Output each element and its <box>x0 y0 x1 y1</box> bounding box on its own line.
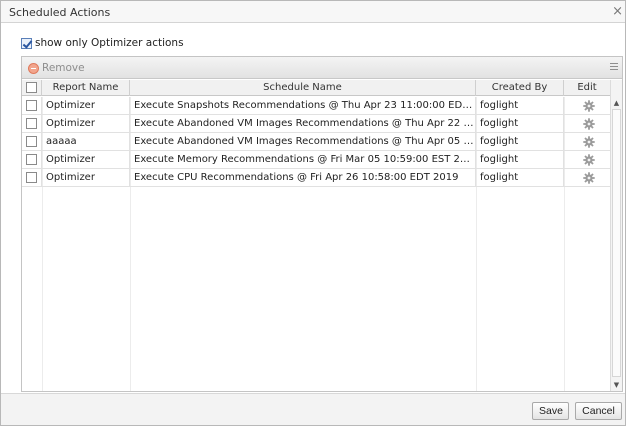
row-select-cell[interactable] <box>22 115 42 133</box>
table-row[interactable]: Optimizer Execute Snapshots Recommendati… <box>22 97 610 115</box>
row-select-cell[interactable] <box>22 169 42 187</box>
column-menu-icon[interactable] <box>610 63 618 72</box>
row-checkbox[interactable] <box>26 100 37 111</box>
optimizer-filter-label[interactable]: show only Optimizer actions <box>35 37 184 49</box>
report-name-cell: Optimizer <box>42 169 130 187</box>
row-select-cell[interactable] <box>22 151 42 169</box>
table-row[interactable]: aaaaa Execute Abandoned VM Images Recomm… <box>22 133 610 151</box>
row-checkbox[interactable] <box>26 172 37 183</box>
scheduled-actions-dialog: Scheduled Actions × show only Optimizer … <box>0 0 626 426</box>
close-icon[interactable]: × <box>612 4 623 19</box>
gear-icon[interactable] <box>583 100 595 112</box>
created-by-cell: foglight <box>476 133 564 151</box>
remove-circle-icon <box>28 62 39 74</box>
remove-button[interactable]: Remove <box>28 61 85 75</box>
remove-button-label: Remove <box>42 62 85 74</box>
column-header-created-by[interactable]: Created By <box>476 80 564 96</box>
gear-icon[interactable] <box>583 154 595 166</box>
grid-toolbar: Remove <box>22 57 622 79</box>
actions-grid-panel: Remove Report Name Schedule Name Created… <box>21 56 623 392</box>
schedule-name-cell: Execute CPU Recommendations @ Fri Apr 26… <box>130 169 476 187</box>
scroll-up-arrow-icon[interactable]: ▲ <box>611 97 622 109</box>
gear-icon[interactable] <box>583 118 595 130</box>
schedule-name-cell: Execute Snapshots Recommendations @ Thu … <box>130 97 476 115</box>
dialog-title: Scheduled Actions <box>9 6 111 19</box>
report-name-cell: aaaaa <box>42 133 130 151</box>
column-header-report-name[interactable]: Report Name <box>42 80 130 96</box>
scroll-down-arrow-icon[interactable]: ▼ <box>611 379 622 391</box>
report-name-cell: Optimizer <box>42 97 130 115</box>
created-by-cell: foglight <box>476 97 564 115</box>
gear-icon[interactable] <box>583 136 595 148</box>
row-checkbox[interactable] <box>26 154 37 165</box>
grid-header: Report Name Schedule Name Created By Edi… <box>22 80 610 96</box>
edit-cell <box>564 97 610 115</box>
row-checkbox[interactable] <box>26 136 37 147</box>
vertical-scrollbar[interactable]: ▲ ▼ <box>610 80 622 391</box>
column-header-edit[interactable]: Edit <box>564 80 610 96</box>
edit-cell <box>564 151 610 169</box>
schedule-name-cell: Execute Memory Recommendations @ Fri Mar… <box>130 151 476 169</box>
optimizer-filter-checkbox[interactable] <box>21 37 32 49</box>
created-by-cell: foglight <box>476 115 564 133</box>
row-select-cell[interactable] <box>22 133 42 151</box>
gear-icon[interactable] <box>583 172 595 184</box>
schedule-name-cell: Execute Abandoned VM Images Recommendati… <box>130 133 476 151</box>
scrollbar-thumb[interactable] <box>612 109 621 377</box>
schedule-name-cell: Execute Abandoned VM Images Recommendati… <box>130 115 476 133</box>
dialog-titlebar: Scheduled Actions × <box>1 1 625 23</box>
edit-cell <box>564 169 610 187</box>
report-name-cell: Optimizer <box>42 151 130 169</box>
table-row[interactable]: Optimizer Execute Abandoned VM Images Re… <box>22 115 610 133</box>
cancel-button[interactable]: Cancel <box>575 402 622 420</box>
row-select-cell[interactable] <box>22 97 42 115</box>
table-row[interactable]: Optimizer Execute CPU Recommendations @ … <box>22 169 610 187</box>
column-header-schedule-name[interactable]: Schedule Name <box>130 80 476 96</box>
row-checkbox[interactable] <box>26 118 37 129</box>
edit-cell <box>564 115 610 133</box>
optimizer-filter[interactable]: show only Optimizer actions <box>21 36 184 50</box>
dialog-footer: Save Cancel <box>1 393 625 425</box>
save-button[interactable]: Save <box>532 402 569 420</box>
created-by-cell: foglight <box>476 151 564 169</box>
edit-cell <box>564 133 610 151</box>
select-all-header[interactable] <box>22 80 42 96</box>
created-by-cell: foglight <box>476 169 564 187</box>
table-row[interactable]: Optimizer Execute Memory Recommendations… <box>22 151 610 169</box>
report-name-cell: Optimizer <box>42 115 130 133</box>
select-all-checkbox[interactable] <box>26 82 37 93</box>
